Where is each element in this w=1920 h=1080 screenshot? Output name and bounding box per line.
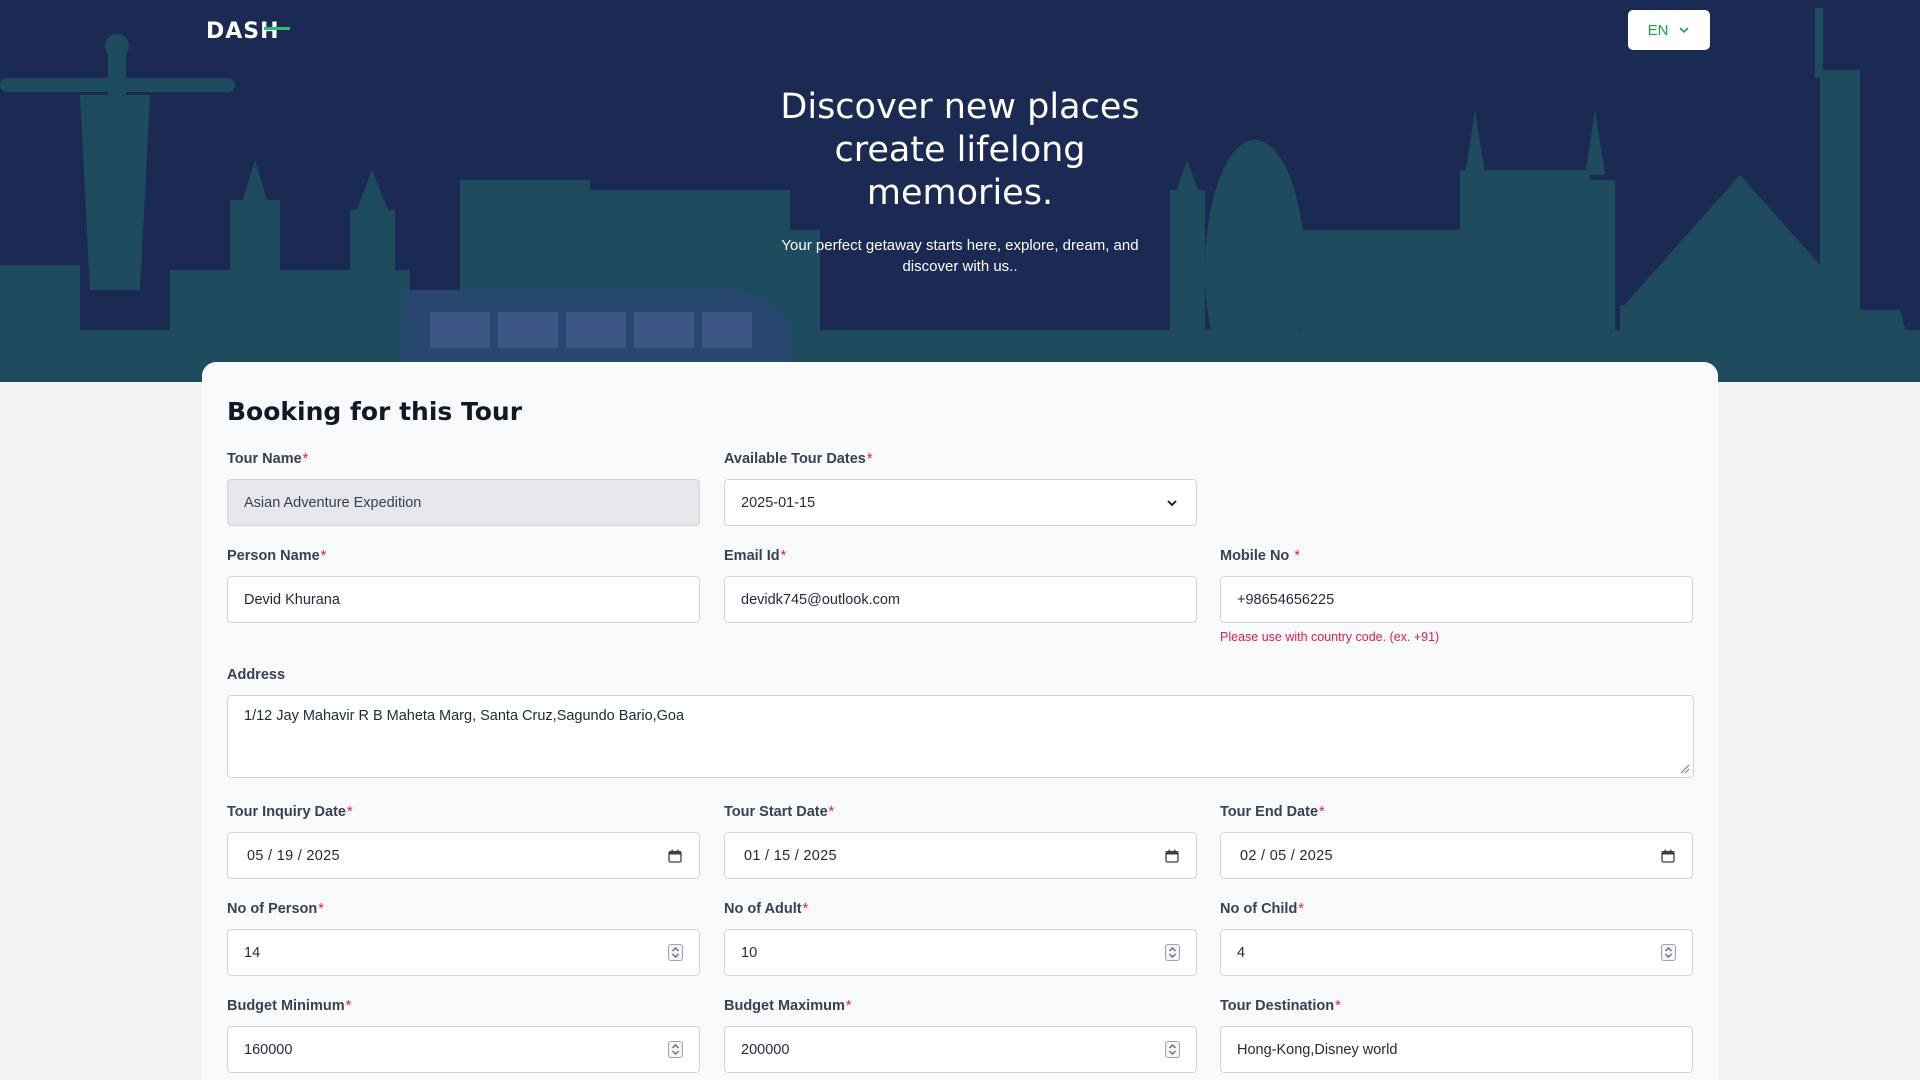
chevron-down-icon bbox=[1164, 495, 1180, 511]
tour-dates-label: Available Tour Dates* bbox=[724, 451, 873, 467]
inquiry-date-label: Tour Inquiry Date* bbox=[227, 804, 353, 820]
person-name-field: Person Name* Devid Khurana bbox=[227, 547, 700, 623]
budget-min-label: Budget Minimum* bbox=[227, 998, 352, 1014]
budget-max-field: Budget Maximum* 200000 bbox=[724, 997, 1197, 1073]
email-field: Email Id* devidk745@outlook.com bbox=[724, 547, 1197, 623]
person-name-label: Person Name* bbox=[227, 548, 327, 564]
chevron-down-icon bbox=[1679, 27, 1689, 34]
tour-dates-field: Available Tour Dates* 2025-01-15 bbox=[724, 450, 1197, 526]
num-child-input[interactable]: 4 bbox=[1220, 929, 1693, 976]
svg-text:DASH: DASH bbox=[206, 19, 280, 42]
start-date-field: Tour Start Date* 01 / 15 / 2025 bbox=[724, 803, 1197, 879]
budget-max-label: Budget Maximum* bbox=[724, 998, 852, 1014]
num-child-field: No of Child* 4 bbox=[1220, 900, 1693, 976]
calendar-icon[interactable] bbox=[1164, 848, 1180, 864]
budget-min-field: Budget Minimum* 160000 bbox=[227, 997, 700, 1073]
dash-logo[interactable]: DASH bbox=[206, 18, 290, 42]
number-stepper-icon[interactable] bbox=[1661, 944, 1676, 961]
num-person-label: No of Person* bbox=[227, 901, 324, 917]
language-label: EN bbox=[1647, 21, 1669, 39]
form-title: Booking for this Tour bbox=[227, 397, 523, 426]
tour-dates-select[interactable]: 2025-01-15 bbox=[724, 479, 1197, 526]
tour-name-input[interactable]: Asian Adventure Expedition bbox=[227, 479, 700, 526]
destination-input[interactable]: Hong-Kong,Disney world bbox=[1220, 1026, 1693, 1073]
number-stepper-icon[interactable] bbox=[668, 1041, 683, 1058]
language-dropdown[interactable]: EN bbox=[1628, 10, 1710, 50]
dash-logo-icon: DASH bbox=[206, 19, 290, 42]
num-person-input[interactable]: 14 bbox=[227, 929, 700, 976]
inquiry-date-input[interactable]: 05 / 19 / 2025 bbox=[227, 832, 700, 879]
budget-max-input[interactable]: 200000 bbox=[724, 1026, 1197, 1073]
destination-field: Tour Destination* Hong-Kong,Disney world bbox=[1220, 997, 1693, 1073]
hero-banner: DASH EN Discover new places create lifel… bbox=[0, 0, 1920, 382]
address-field: Address 1/12 Jay Mahavir R B Maheta Marg… bbox=[227, 666, 1694, 778]
num-adult-input[interactable]: 10 bbox=[724, 929, 1197, 976]
start-date-label: Tour Start Date* bbox=[724, 804, 835, 820]
end-date-label: Tour End Date* bbox=[1220, 804, 1325, 820]
number-stepper-icon[interactable] bbox=[1165, 1041, 1180, 1058]
end-date-field: Tour End Date* 02 / 05 / 2025 bbox=[1220, 803, 1693, 879]
booking-form-card: Booking for this Tour Tour Name* Asian A… bbox=[202, 362, 1718, 1080]
budget-min-input[interactable]: 160000 bbox=[227, 1026, 700, 1073]
hero-title: Discover new places create lifelong memo… bbox=[780, 87, 1140, 213]
num-person-field: No of Person* 14 bbox=[227, 900, 700, 976]
mobile-hint: Please use with country code. (ex. +91) bbox=[1220, 630, 1440, 644]
mobile-field: Mobile No * +98654656225 Please use with… bbox=[1220, 547, 1693, 644]
number-stepper-icon[interactable] bbox=[668, 944, 683, 961]
bus-illustration bbox=[400, 290, 792, 362]
address-textarea[interactable]: 1/12 Jay Mahavir R B Maheta Marg, Santa … bbox=[227, 695, 1694, 778]
calendar-icon[interactable] bbox=[667, 848, 683, 864]
end-date-input[interactable]: 02 / 05 / 2025 bbox=[1220, 832, 1693, 879]
tour-name-label: Tour Name* bbox=[227, 451, 309, 467]
destination-label: Tour Destination* bbox=[1220, 998, 1341, 1014]
num-child-label: No of Child* bbox=[1220, 901, 1304, 917]
mobile-label: Mobile No * bbox=[1220, 548, 1300, 564]
calendar-icon[interactable] bbox=[1660, 848, 1676, 864]
person-name-input[interactable]: Devid Khurana bbox=[227, 576, 700, 623]
mobile-input[interactable]: +98654656225 bbox=[1220, 576, 1693, 623]
hero-subtitle: Your perfect getaway starts here, explor… bbox=[781, 237, 1139, 275]
num-adult-label: No of Adult* bbox=[724, 901, 809, 917]
start-date-input[interactable]: 01 / 15 / 2025 bbox=[724, 832, 1197, 879]
resize-handle-icon[interactable] bbox=[1680, 764, 1690, 774]
tour-name-field: Tour Name* Asian Adventure Expedition bbox=[227, 450, 700, 526]
number-stepper-icon[interactable] bbox=[1165, 944, 1180, 961]
num-adult-field: No of Adult* 10 bbox=[724, 900, 1197, 976]
address-label: Address bbox=[227, 667, 286, 683]
email-input[interactable]: devidk745@outlook.com bbox=[724, 576, 1197, 623]
inquiry-date-field: Tour Inquiry Date* 05 / 19 / 2025 bbox=[227, 803, 700, 879]
email-label: Email Id* bbox=[724, 548, 787, 564]
